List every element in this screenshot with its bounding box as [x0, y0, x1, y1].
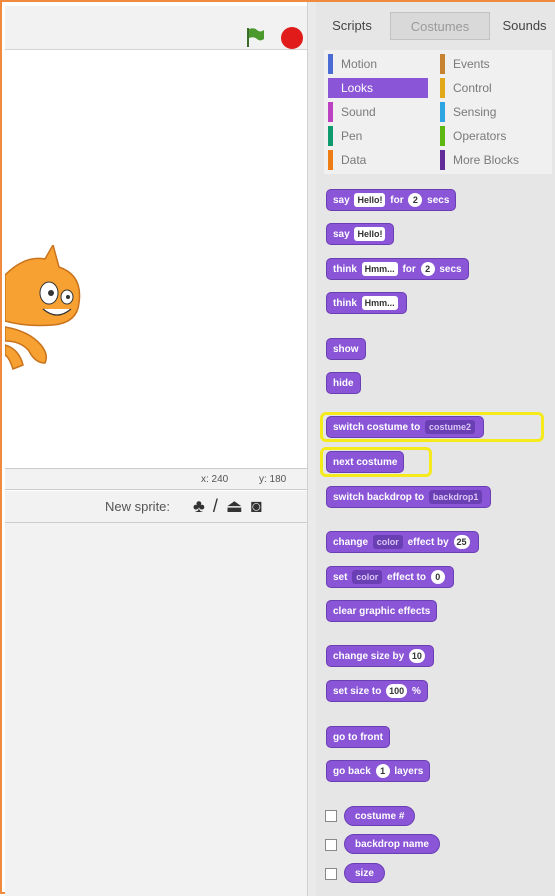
effect-dropdown[interactable]: color — [372, 535, 403, 549]
tab-costumes[interactable]: Costumes — [390, 12, 490, 40]
block-number-input[interactable]: 1 — [375, 764, 390, 778]
stop-icon[interactable] — [281, 27, 303, 49]
reporter-costume-number[interactable]: costume # — [344, 806, 416, 826]
category-control[interactable]: Control — [440, 78, 546, 98]
category-motion[interactable]: Motion — [328, 54, 428, 74]
cat-sprite[interactable] — [5, 245, 95, 375]
block-go-back-layers[interactable]: go back 1 layers — [326, 760, 431, 782]
block-text: secs — [439, 264, 462, 275]
size-checkbox[interactable] — [325, 868, 337, 880]
block-number-input[interactable]: 0 — [430, 570, 445, 584]
reporter-backdrop-name[interactable]: backdrop name — [344, 834, 440, 854]
backdrop-name-checkbox[interactable] — [325, 839, 337, 851]
x-coord: x: 240 — [201, 474, 229, 485]
costume-dropdown[interactable]: costume2 — [425, 420, 476, 434]
category-looks[interactable]: Looks — [328, 78, 428, 98]
block-text: think — [333, 298, 357, 309]
block-text: for — [402, 264, 416, 275]
block-text: change — [333, 537, 369, 548]
coords-bar: x: 240 y: 180 — [5, 468, 307, 490]
category-more-blocks[interactable]: More Blocks — [440, 150, 546, 170]
category-events[interactable]: Events — [440, 54, 546, 74]
block-go-to-front[interactable]: go to front — [326, 726, 390, 748]
block-switch-costume[interactable]: switch costume to costume2 — [326, 416, 485, 438]
new-sprite-bar: New sprite: ♣ / ⏏ ◙ — [5, 491, 307, 523]
block-text: set — [333, 572, 348, 583]
block-switch-backdrop[interactable]: switch backdrop to backdrop1 — [326, 486, 492, 508]
block-set-size[interactable]: set size to 100 % — [326, 680, 428, 702]
block-text: % — [411, 686, 421, 697]
category-list: Motion Looks Sound Pen Data Events Contr… — [324, 50, 552, 174]
block-text: go back — [333, 766, 371, 777]
block-text: effect to — [387, 572, 426, 583]
upload-sprite-icon[interactable]: ⏏ — [226, 495, 243, 517]
block-input[interactable]: Hmm... — [361, 296, 398, 310]
category-sensing[interactable]: Sensing — [440, 102, 546, 122]
camera-icon[interactable]: ◙ — [251, 495, 262, 517]
block-text: secs — [427, 195, 450, 206]
block-palette: Scripts Costumes Sounds Motion Looks Sou… — [316, 2, 555, 896]
block-change-size[interactable]: change size by 10 — [326, 645, 434, 667]
block-input[interactable]: Hello! — [354, 193, 386, 207]
tab-sounds[interactable]: Sounds — [492, 12, 555, 40]
block-number-input[interactable]: 2 — [420, 262, 435, 276]
sprite-list — [5, 523, 307, 896]
block-show[interactable]: show — [326, 338, 366, 360]
block-number-input[interactable]: 10 — [408, 649, 425, 663]
choose-sprite-icon[interactable]: / — [213, 495, 218, 517]
paint-new-sprite-icon[interactable]: ♣ — [193, 495, 205, 517]
tab-bar: Scripts Costumes Sounds — [316, 12, 555, 40]
scratch-editor: x: 240 y: 180 New sprite: ♣ / ⏏ ◙ Script… — [0, 0, 555, 896]
block-text: switch costume to — [333, 422, 421, 433]
block-text: say — [333, 229, 350, 240]
block-hide[interactable]: hide — [326, 372, 361, 394]
block-number-input[interactable]: 25 — [453, 535, 470, 549]
effect-dropdown[interactable]: color — [352, 570, 383, 584]
block-text: switch backdrop to — [333, 492, 425, 503]
block-think-for-secs[interactable]: think Hmm... for 2 secs — [326, 258, 469, 280]
block-say[interactable]: say Hello! — [326, 223, 395, 245]
block-number-input[interactable]: 2 — [408, 193, 423, 207]
block-think[interactable]: think Hmm... — [326, 292, 407, 314]
block-clear-effects[interactable]: clear graphic effects — [326, 600, 438, 622]
block-text: say — [333, 195, 350, 206]
stage[interactable] — [5, 50, 307, 468]
stage-header — [5, 6, 307, 50]
block-number-input[interactable]: 100 — [386, 684, 408, 698]
block-next-costume[interactable]: next costume — [326, 451, 405, 473]
new-sprite-label: New sprite: — [105, 499, 171, 514]
block-text: layers — [394, 766, 424, 777]
green-flag-icon[interactable] — [243, 26, 265, 48]
block-set-effect[interactable]: set color effect to 0 — [326, 566, 454, 588]
y-coord: y: 180 — [259, 474, 287, 485]
block-text: think — [333, 264, 357, 275]
block-change-effect[interactable]: change color effect by 25 — [326, 531, 479, 553]
block-input[interactable]: Hello! — [354, 227, 386, 241]
block-text: set size to — [333, 686, 382, 697]
category-data[interactable]: Data — [328, 150, 428, 170]
tab-scripts[interactable]: Scripts — [316, 12, 388, 40]
costume-number-checkbox[interactable] — [325, 810, 337, 822]
block-say-for-secs[interactable]: say Hello! for 2 secs — [326, 189, 457, 211]
block-text: change size by — [333, 651, 405, 662]
category-sound[interactable]: Sound — [328, 102, 428, 122]
panel-divider[interactable] — [307, 2, 316, 896]
category-pen[interactable]: Pen — [328, 126, 428, 146]
block-text: for — [390, 195, 404, 206]
block-text: effect by — [407, 537, 449, 548]
reporter-size[interactable]: size — [344, 863, 385, 883]
block-input[interactable]: Hmm... — [361, 262, 398, 276]
backdrop-dropdown[interactable]: backdrop1 — [428, 490, 483, 504]
category-operators[interactable]: Operators — [440, 126, 546, 146]
